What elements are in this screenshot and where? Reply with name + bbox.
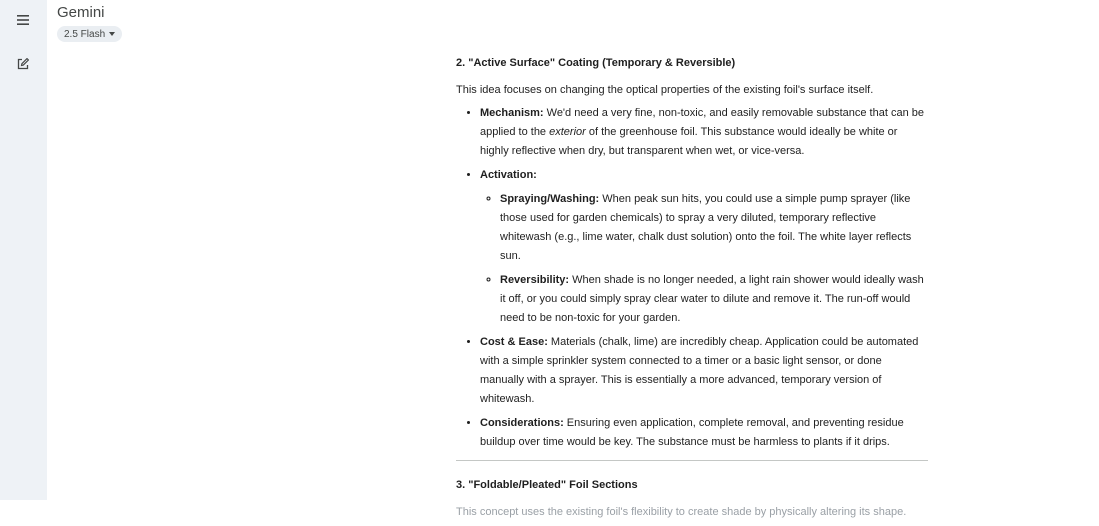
list-item: Activation: Spraying/Washing: When peak … — [480, 166, 928, 328]
new-chat-button[interactable] — [11, 54, 35, 78]
item-label: Activation: — [480, 169, 537, 181]
sub-bullet-list: Spraying/Washing: When peak sun hits, yo… — [480, 190, 928, 328]
item-label: Mechanism: — [480, 107, 544, 119]
menu-button[interactable] — [11, 9, 35, 33]
hamburger-menu-icon — [17, 12, 29, 30]
section-heading: 3. "Foldable/Pleated" Foil Sections — [456, 479, 638, 491]
side-rail — [0, 0, 47, 500]
item-label: Cost & Ease: — [480, 336, 548, 348]
list-item: Spraying/Washing: When peak sun hits, yo… — [500, 190, 928, 266]
list-item: Mechanism: We'd need a very fine, non-to… — [480, 104, 928, 161]
section-intro: This concept uses the existing foil's fl… — [456, 506, 907, 518]
item-emphasis: exterior — [549, 126, 586, 138]
section-heading: 2. "Active Surface" Coating (Temporary &… — [456, 57, 736, 69]
item-label: Reversibility: — [500, 274, 570, 286]
response-content: 2. "Active Surface" Coating (Temporary &… — [456, 52, 928, 526]
list-item: Considerations: Ensuring even applicatio… — [480, 414, 928, 452]
bullet-list: Mechanism: We'd need a very fine, non-to… — [456, 104, 928, 452]
item-label: Spraying/Washing: — [500, 193, 600, 205]
divider — [456, 460, 928, 461]
list-item: Reversibility: When shade is no longer n… — [500, 271, 928, 328]
section-intro: This idea focuses on changing the optica… — [456, 84, 874, 96]
header: Gemini 2.5 Flash — [57, 4, 123, 42]
edit-icon — [17, 57, 30, 75]
model-label: 2.5 Flash — [64, 28, 106, 40]
model-selector[interactable]: 2.5 Flash — [57, 26, 123, 42]
app-title: Gemini — [57, 4, 105, 21]
item-label: Considerations: — [480, 417, 564, 429]
caret-down-icon — [109, 32, 116, 36]
list-item: Cost & Ease: Materials (chalk, lime) are… — [480, 333, 928, 409]
